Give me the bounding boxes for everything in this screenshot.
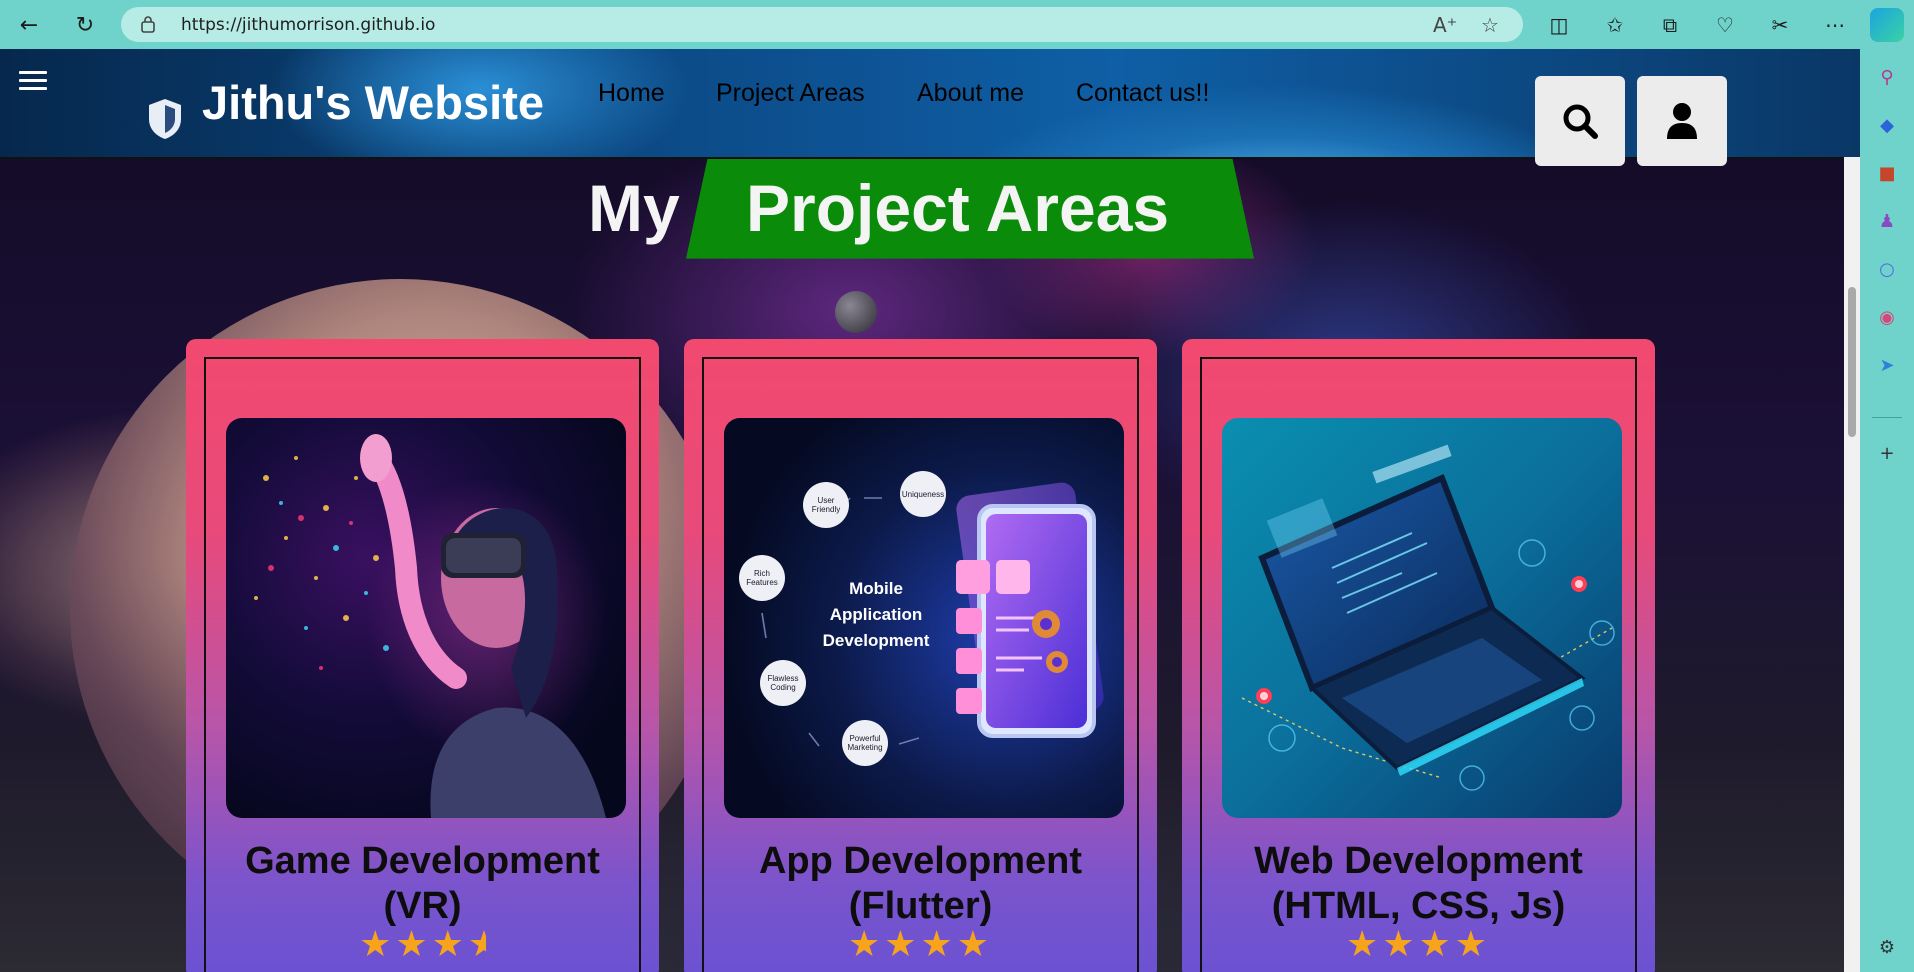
card-title: Web Development (HTML, CSS, Js): [1254, 840, 1583, 927]
rating-stars: ★★★★: [359, 924, 486, 965]
send-icon[interactable]: ➤: [1873, 351, 1901, 379]
feature-user-friendly-1: User: [818, 496, 835, 505]
settings-gear-icon[interactable]: ⚙: [1873, 933, 1901, 961]
user-icon: [1667, 103, 1697, 139]
project-card-app[interactable]: Mobile Application Development User Frien…: [684, 339, 1157, 972]
collections-icon[interactable]: ⧉: [1656, 11, 1684, 39]
more-options-icon[interactable]: ⋯: [1821, 11, 1849, 39]
feature-flawless-2: Coding: [770, 683, 795, 692]
nav-contact-us[interactable]: Contact us!!: [1076, 79, 1209, 108]
shield-icon: [149, 99, 181, 139]
site-title[interactable]: Jithu's Website: [202, 75, 544, 130]
feature-powerful-1: Powerful: [849, 734, 880, 743]
split-screen-icon[interactable]: ◫: [1545, 11, 1573, 39]
browser-toolbar: ← ↻ https://jithumorrison.github.io A⁺ ☆…: [0, 0, 1914, 49]
hamburger-icon[interactable]: [19, 71, 47, 91]
rating-stars: ★★★★: [1345, 924, 1492, 965]
user-button[interactable]: [1637, 76, 1727, 166]
feature-user-friendly-2: Friendly: [812, 505, 840, 514]
card-title: App Development (Flutter): [758, 840, 1083, 927]
mobile-app-image: Mobile Application Development User Frien…: [724, 418, 1124, 818]
nav-home[interactable]: Home: [598, 79, 665, 108]
web-laptop-image: [1222, 418, 1622, 818]
designer-icon[interactable]: ◉: [1873, 303, 1901, 331]
feature-powerful-2: Marketing: [847, 743, 882, 752]
rating-stars: ★★★★: [847, 924, 994, 965]
project-card-game[interactable]: Game Development (VR) ★★★★: [186, 339, 659, 972]
read-aloud-icon[interactable]: A⁺: [1433, 13, 1457, 37]
page-viewport: My Project Areas Game Development (VR) ★…: [0, 49, 1860, 972]
screenshot-icon[interactable]: ✂: [1766, 11, 1794, 39]
mockup-center-text-2: Application: [830, 605, 923, 624]
feature-flawless-1: Flawless: [767, 674, 798, 683]
feature-rich-2: Features: [746, 578, 778, 587]
mockup-center-text-1: Mobile: [849, 579, 903, 598]
section-title: Project Areas: [746, 171, 1170, 245]
search-sidebar-icon[interactable]: ⚲: [1873, 63, 1901, 91]
moon-graphic: [835, 291, 877, 333]
back-arrow-icon[interactable]: ←: [14, 10, 44, 40]
search-button[interactable]: [1535, 76, 1625, 166]
shopping-icon[interactable]: ◆: [1873, 111, 1901, 139]
page-scrollbar[interactable]: [1844, 157, 1860, 972]
vr-image: [226, 418, 626, 818]
search-icon: [1563, 104, 1598, 139]
favorites-icon[interactable]: ✩: [1601, 11, 1629, 39]
feature-rich-1: Rich: [754, 569, 770, 578]
scrollbar-thumb[interactable]: [1848, 287, 1856, 437]
copilot-icon[interactable]: [1870, 8, 1904, 42]
project-card-web[interactable]: Web Development (HTML, CSS, Js) ★★★★: [1182, 339, 1655, 972]
site-header: Jithu's Website Home Project Areas About…: [0, 49, 1860, 166]
tools-icon[interactable]: ■: [1873, 159, 1901, 187]
browser-sidebar: ⚲ ◆ ■ ♟ ○ ◉ ➤ + ⚙: [1860, 49, 1914, 972]
section-title-prefix: My: [588, 171, 680, 245]
feature-uniqueness: Uniqueness: [902, 490, 944, 499]
url-text[interactable]: https://jithumorrison.github.io: [181, 15, 435, 35]
games-icon[interactable]: ♟: [1873, 207, 1901, 235]
microsoft-365-icon[interactable]: ○: [1873, 255, 1901, 283]
nav-about-me[interactable]: About me: [917, 79, 1024, 108]
nav-project-areas[interactable]: Project Areas: [716, 79, 865, 108]
add-icon[interactable]: +: [1873, 439, 1901, 467]
card-title: Game Development (VR): [245, 840, 600, 927]
address-bar[interactable]: https://jithumorrison.github.io A⁺ ☆: [121, 7, 1523, 42]
sidebar-divider: [1872, 417, 1902, 418]
refresh-icon[interactable]: ↻: [70, 10, 100, 40]
browser-essentials-icon[interactable]: ♡: [1711, 11, 1739, 39]
mockup-center-text-3: Development: [823, 631, 930, 650]
lock-icon: [141, 16, 155, 33]
favorite-star-icon[interactable]: ☆: [1481, 13, 1499, 37]
